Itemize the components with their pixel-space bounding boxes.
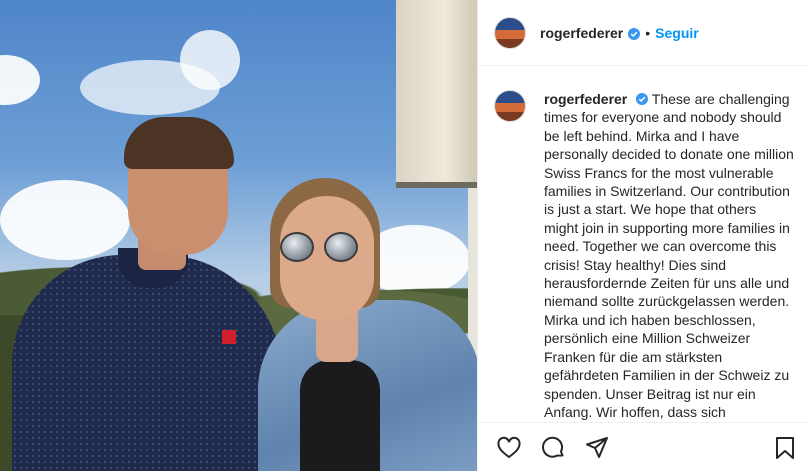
comment-icon[interactable]	[540, 435, 566, 461]
verified-badge-icon	[636, 91, 649, 105]
caption-text: rogerfederer These are challenging times…	[544, 90, 794, 421]
building-edge	[396, 182, 477, 188]
caption-username[interactable]: rogerfederer	[544, 91, 627, 107]
cloud	[0, 180, 130, 260]
shirt-logo	[222, 330, 236, 344]
sunglasses-right-lens	[324, 232, 358, 262]
woman-top	[300, 360, 380, 471]
header-username[interactable]: rogerfederer	[540, 25, 623, 41]
caption-body: These are challenging times for everyone…	[544, 91, 794, 420]
caption-avatar[interactable]	[494, 90, 526, 122]
instagram-post: rogerfederer • Seguir rogerfederer These…	[0, 0, 807, 471]
action-bar	[478, 422, 807, 471]
avatar[interactable]	[494, 16, 526, 49]
follow-button[interactable]: Seguir	[655, 25, 699, 41]
post-sidebar: rogerfederer • Seguir rogerfederer These…	[477, 0, 807, 471]
man-hair	[124, 117, 234, 169]
caption-block: rogerfederer These are challenging times…	[494, 90, 794, 421]
cloud	[0, 55, 40, 105]
heart-icon[interactable]	[496, 435, 522, 461]
separator-dot: •	[645, 24, 651, 41]
post-photo[interactable]	[0, 0, 477, 471]
verified-badge-icon	[628, 27, 641, 40]
sunglasses-left-lens	[280, 232, 314, 262]
building-overhang	[396, 0, 477, 182]
post-header: rogerfederer • Seguir	[478, 0, 807, 66]
cloud	[180, 30, 240, 90]
bookmark-icon[interactable]	[772, 435, 798, 461]
paper-plane-icon[interactable]	[584, 435, 610, 461]
